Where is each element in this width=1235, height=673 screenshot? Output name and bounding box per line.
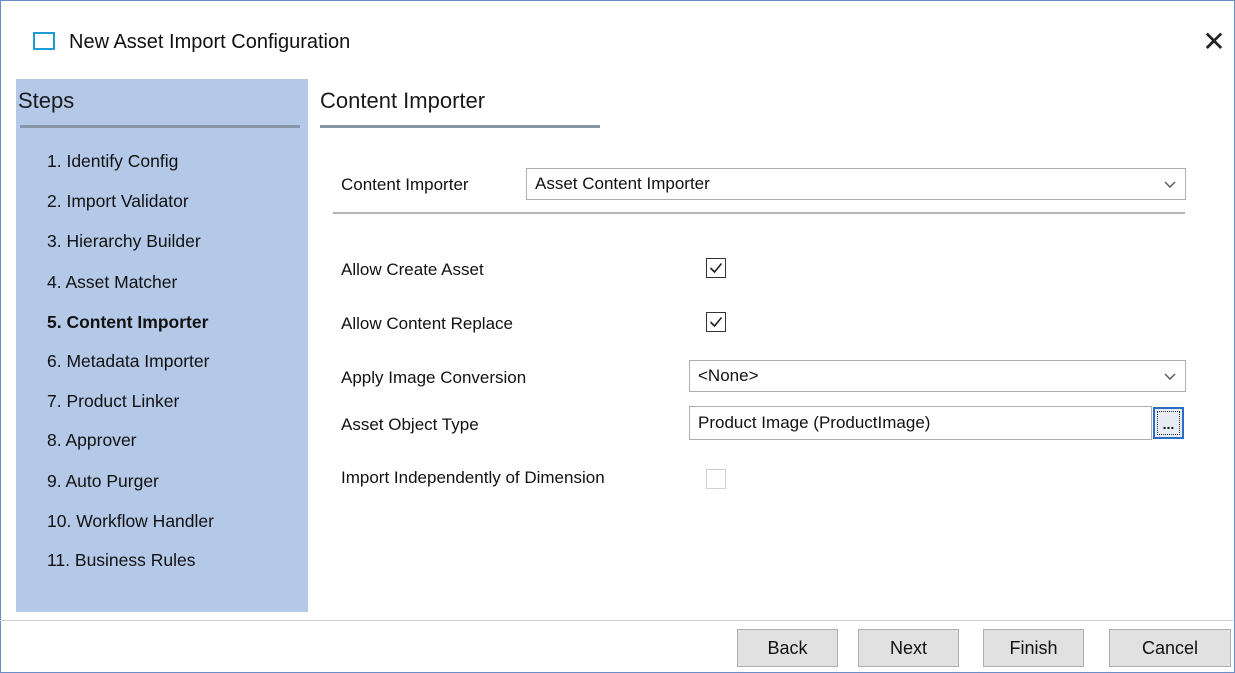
step-content-importer[interactable]: 5. Content Importer xyxy=(47,312,208,333)
finish-button[interactable]: Finish xyxy=(983,629,1084,667)
step-product-linker[interactable]: 7. Product Linker xyxy=(47,391,179,412)
asset-object-type-value: Product Image (ProductImage) xyxy=(698,413,931,432)
allow-create-asset-checkbox[interactable] xyxy=(706,258,726,278)
cancel-button[interactable]: Cancel xyxy=(1109,629,1231,667)
step-import-validator[interactable]: 2. Import Validator xyxy=(47,191,189,212)
step-hierarchy-builder[interactable]: 3. Hierarchy Builder xyxy=(47,231,201,252)
step-business-rules[interactable]: 11. Business Rules xyxy=(47,550,196,571)
check-icon xyxy=(709,316,723,328)
allow-content-replace-label: Allow Content Replace xyxy=(341,314,513,333)
content-header: Content Importer xyxy=(320,88,486,113)
content-underline xyxy=(320,125,600,128)
step-approver[interactable]: 8. Approver xyxy=(47,430,137,451)
browse-button[interactable]: ... xyxy=(1153,407,1184,439)
import-independently-label: Import Independently of Dimension xyxy=(341,468,605,487)
allow-create-asset-label: Allow Create Asset xyxy=(341,260,484,279)
step-identify-config[interactable]: 1. Identify Config xyxy=(47,151,178,172)
footer-divider xyxy=(0,620,1233,621)
step-metadata-importer[interactable]: 6. Metadata Importer xyxy=(47,351,209,372)
content-importer-value: Asset Content Importer xyxy=(535,174,710,193)
next-button[interactable]: Next xyxy=(858,629,959,667)
browse-button-focus xyxy=(1157,411,1180,435)
steps-underline xyxy=(20,125,300,128)
chevron-down-icon xyxy=(1164,181,1176,188)
step-asset-matcher[interactable]: 4. Asset Matcher xyxy=(47,272,177,293)
back-button[interactable]: Back xyxy=(737,629,838,667)
window-title: New Asset Import Configuration xyxy=(69,31,351,53)
steps-header: Steps xyxy=(18,88,75,113)
chevron-down-icon xyxy=(1164,373,1176,380)
content-importer-label: Content Importer xyxy=(341,175,469,194)
close-icon[interactable]: ✕ xyxy=(1197,25,1231,59)
asset-object-type-field[interactable]: Product Image (ProductImage) xyxy=(689,406,1152,440)
step-auto-purger[interactable]: 9. Auto Purger xyxy=(47,471,159,492)
step-workflow-handler[interactable]: 10. Workflow Handler xyxy=(47,511,214,532)
import-independently-checkbox[interactable] xyxy=(706,469,726,489)
apply-image-conversion-label: Apply Image Conversion xyxy=(341,368,527,387)
window-icon xyxy=(33,32,55,50)
asset-object-type-label: Asset Object Type xyxy=(341,415,479,434)
apply-image-conversion-value: <None> xyxy=(698,366,759,385)
section-divider xyxy=(333,212,1185,214)
apply-image-conversion-select[interactable]: <None> xyxy=(689,360,1186,392)
content-importer-select[interactable]: Asset Content Importer xyxy=(526,168,1186,200)
check-icon xyxy=(709,262,723,274)
allow-content-replace-checkbox[interactable] xyxy=(706,312,726,332)
title-bar: New Asset Import Configuration ✕ xyxy=(1,1,1234,79)
